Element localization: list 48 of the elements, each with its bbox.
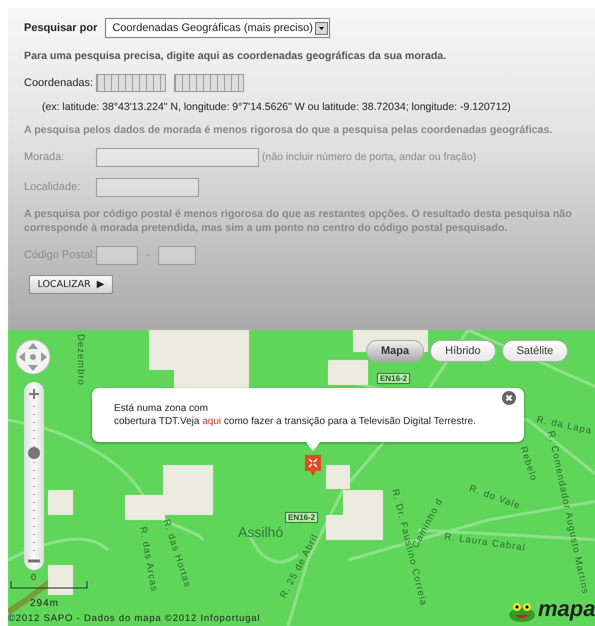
coordinates-instructions: Para uma pesquisa precisa, digite aqui as coordenadas geográficas da sua morada. bbox=[24, 49, 448, 63]
coordinates-example: (ex: latitude: 38°43'13.224" N, longitude: 9°7'14.5626" W ou latitude: 38.72034; longitude: -9.120712) bbox=[42, 101, 512, 113]
frog-logo-icon bbox=[508, 602, 536, 622]
map-tile bbox=[326, 465, 350, 489]
search-type-dropdown[interactable]: Coordenadas Geográficas (mais preciso) bbox=[105, 18, 330, 38]
map-tile bbox=[48, 565, 73, 595]
street-label: R. das Hortas bbox=[160, 518, 193, 589]
zoom-slider-thumb[interactable] bbox=[28, 446, 40, 459]
location-marker-icon bbox=[305, 455, 321, 476]
scale-zero-label: 0 bbox=[31, 572, 36, 582]
map-attribution: ©2012 SAPO - Dados do mapa ©2012 Infoportugal bbox=[8, 613, 260, 624]
search-by-label: Pesquisar por bbox=[24, 22, 98, 34]
postal-code-instructions: A pesquisa por código postal é menos rigorosa do que as restantes opções. O resultado desta pesquisa não corresponde à morada pretendida, mas sim a um ponto no centro do código postal pesquisado. bbox=[24, 207, 573, 235]
zoom-slider[interactable] bbox=[24, 382, 44, 570]
place-label: Assilhó bbox=[238, 524, 284, 540]
logo-text: mapa bbox=[538, 596, 595, 622]
map-tile bbox=[125, 495, 165, 520]
map-tile bbox=[163, 465, 213, 515]
postal-code-separator: - bbox=[146, 249, 150, 261]
localidade-label: Localidade: bbox=[24, 181, 82, 193]
longitude-input[interactable] bbox=[174, 74, 244, 92]
map-type-button[interactable]: Mapa bbox=[366, 340, 424, 362]
coordinates-label: Coordenadas: bbox=[24, 77, 94, 89]
street-label: Dezembro bbox=[75, 334, 86, 386]
street-label: R. do Vale bbox=[468, 483, 522, 512]
address-instructions: A pesquisa pelos dados de morada é menos rigorosa do que a pesquisa pelas coordenadas geográficas. bbox=[24, 123, 554, 137]
map-tile bbox=[48, 490, 73, 515]
street-label: R. Laura Cabral bbox=[444, 531, 526, 554]
morada-label: Morada: bbox=[24, 151, 66, 163]
street-label: Rebelo bbox=[518, 445, 540, 483]
map-tile bbox=[328, 360, 368, 385]
coverage-message: Está numa zona com cobertura TDT.Veja aqui como fazer a transição para a Televisão Digital Terrestre. bbox=[114, 402, 477, 428]
zoom-in-icon[interactable] bbox=[28, 388, 40, 400]
close-icon[interactable] bbox=[502, 391, 516, 405]
locate-button[interactable]: LOCALIZAR ▶ bbox=[29, 275, 113, 294]
morada-hint: (não incluir número de porta, andar ou fração) bbox=[262, 151, 476, 163]
scale-distance-label: 294m bbox=[30, 598, 60, 609]
map-tile bbox=[343, 490, 383, 540]
zoom-out-icon[interactable] bbox=[27, 558, 41, 564]
map-type-button[interactable]: Híbrido bbox=[430, 340, 496, 362]
latitude-input[interactable] bbox=[96, 74, 166, 92]
street-label: R. das Arcas bbox=[137, 526, 160, 593]
map-type-button[interactable]: Satélite bbox=[502, 340, 568, 362]
tdt-help-link[interactable]: aqui bbox=[202, 416, 222, 427]
road-number-label: EN16-2 bbox=[377, 373, 410, 384]
scale-bar-icon bbox=[10, 581, 88, 589]
pan-control-icon[interactable] bbox=[15, 339, 51, 375]
road-number-label: EN16-2 bbox=[285, 512, 318, 523]
